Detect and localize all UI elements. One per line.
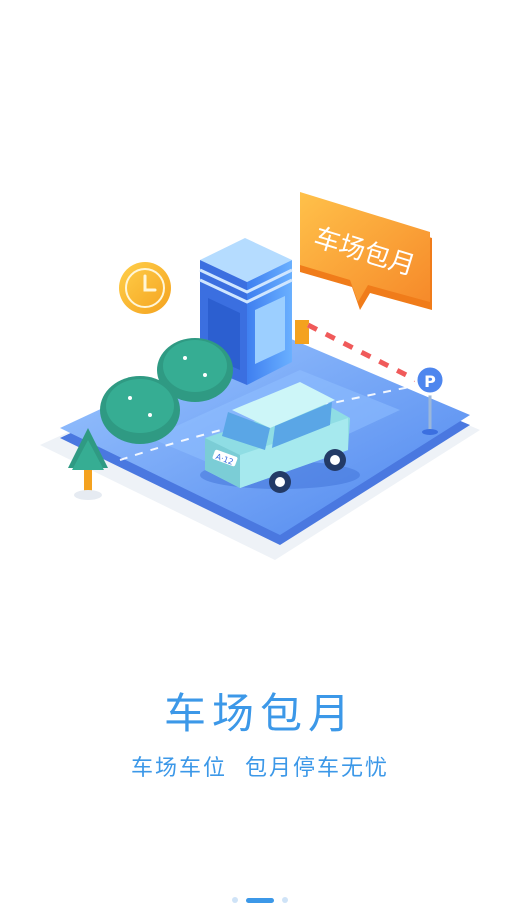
- onboarding-title: 车场包月: [163, 689, 356, 738]
- parking-sign-letter: P: [424, 372, 436, 391]
- monthly-parking-sign: 车场包月: [300, 192, 432, 310]
- onboarding-screen: 车场包月 P A·12 车场包月 车场车位 包月停车无忧: [0, 0, 520, 922]
- clock-icon: [119, 262, 171, 314]
- page-dot-active[interactable]: [246, 897, 274, 903]
- onboarding-subtitle: 车场车位 包月停车无忧: [131, 756, 389, 781]
- parking-illustration: 车场包月 P A·12: [40, 192, 480, 560]
- page-dot[interactable]: [282, 897, 288, 903]
- page-indicator: [0, 895, 520, 905]
- page-dot[interactable]: [232, 897, 238, 903]
